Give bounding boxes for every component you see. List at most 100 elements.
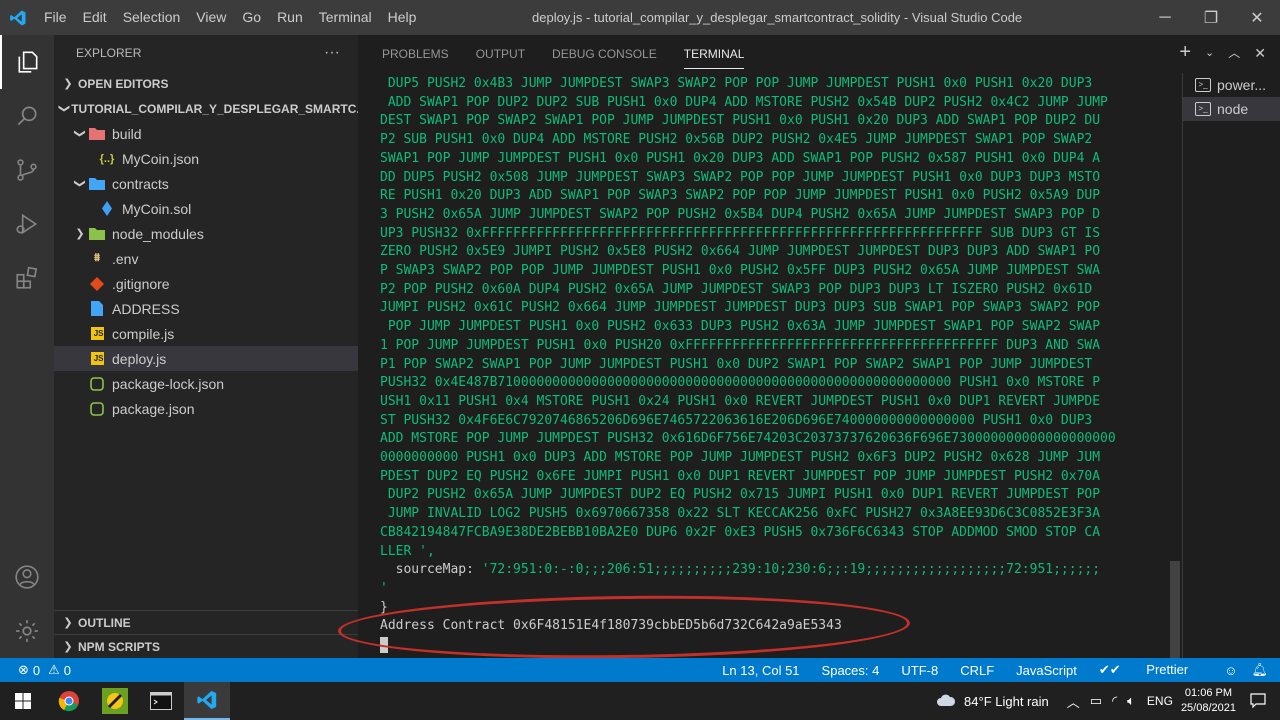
terminal-line: 0000000000 PUSH1 0x0 DUP3 ADD MSTORE POP… (380, 450, 1101, 466)
encoding[interactable]: UTF-8 (901, 663, 938, 678)
system-tray: 84°F Light rain ︿ ▭ ◜ 🔈︎ ENG 01:06 PM 25… (936, 682, 1280, 720)
close-panel-icon[interactable]: ✕ (1254, 43, 1266, 63)
windows-start-icon[interactable] (0, 682, 46, 720)
address-contract-line: Address Contract 0x6F48151E4f180739cbbED… (380, 618, 842, 634)
source-control-icon[interactable] (0, 143, 54, 197)
search-icon[interactable] (0, 89, 54, 143)
maximize-panel-icon[interactable]: ︿ (1228, 43, 1240, 63)
tree-item-gitignore[interactable]: .gitignore (54, 271, 358, 296)
terminal-item-node[interactable]: >_ node (1183, 97, 1280, 121)
terminal-line: DD DUP5 PUSH2 0x508 JUMP JUMPDEST SWAP3 … (380, 169, 1101, 185)
feedback-icon[interactable]: ☺ (1224, 663, 1237, 678)
menu-edit[interactable]: Edit (75, 0, 115, 35)
tree-item-package-json[interactable]: package.json (54, 396, 358, 421)
tab-problems[interactable]: PROBLEMS (382, 35, 449, 73)
project-folder-section[interactable]: ❯ TUTORIAL_COMPILAR_Y_DESPLEGAR_SMARTC..… (54, 96, 366, 121)
notifications-bell-icon[interactable]: 🔔︎ (1251, 662, 1268, 678)
notifications-icon[interactable] (1250, 692, 1266, 711)
tree-item-compile-js[interactable]: JS compile.js (54, 321, 358, 346)
accounts-icon[interactable] (0, 550, 54, 604)
js-file-icon: JS (88, 326, 106, 342)
status-bar: ⊗ 0 ⚠ 0 Ln 13, Col 51 Spaces: 4 UTF-8 CR… (0, 658, 1280, 682)
terminal-list: >_ power... >_ node (1182, 73, 1280, 658)
input-language[interactable]: ENG (1147, 694, 1173, 708)
more-actions-icon[interactable]: ··· (324, 44, 340, 62)
panel-actions: + ⌄ ︿ ✕ (1179, 42, 1266, 63)
menu-view[interactable]: View (188, 0, 234, 35)
settings-gear-icon[interactable] (0, 604, 54, 658)
terminal-line: P2 POP PUSH2 0x60A DUP4 PUSH2 0x65A JUMP… (380, 281, 1101, 297)
tree-item-env[interactable]: ⩩ .env (54, 246, 358, 271)
chevron-down-icon: ❯ (73, 178, 86, 189)
problems-status[interactable]: ⊗ 0 ⚠ 0 (0, 662, 71, 678)
tab-terminal[interactable]: TERMINAL (683, 35, 744, 73)
tree-item-mycoin-sol[interactable]: MyCoin.sol (54, 196, 358, 221)
extensions-icon[interactable] (0, 251, 54, 305)
new-terminal-plus-icon[interactable]: + (1179, 42, 1191, 63)
show-hidden-icons-icon[interactable]: ︿ (1067, 692, 1080, 711)
tree-item-build[interactable]: ❯ build (54, 121, 358, 146)
menu-terminal[interactable]: Terminal (311, 0, 380, 35)
title-bar: File Edit Selection View Go Run Terminal… (0, 0, 1280, 35)
chevron-right-icon: ❯ (63, 617, 73, 629)
menu-go[interactable]: Go (234, 0, 269, 35)
terminal-line: CB842194847FCBA9E38DE2BEBB10BA2E0 DUP6 0… (380, 524, 1101, 540)
menu-file[interactable]: File (36, 0, 75, 35)
env-file-icon: ⩩ (94, 252, 100, 264)
outline-section[interactable]: ❯ OUTLINE (54, 610, 358, 634)
chevron-right-icon: ❯ (75, 228, 85, 240)
run-debug-icon[interactable] (0, 197, 54, 251)
app-icon[interactable] (92, 682, 138, 720)
window-title: deploy.js - tutorial_compilar_y_desplega… (532, 10, 1023, 25)
solidity-file-icon (98, 201, 116, 217)
command-prompt-icon[interactable] (138, 682, 184, 720)
terminal-output[interactable]: DUP5 PUSH2 0x4B3 JUMP JUMPDEST SWAP3 SWA… (380, 75, 1160, 655)
weather-cloud-icon[interactable] (936, 693, 956, 710)
windows-taskbar: 84°F Light rain ︿ ▭ ◜ 🔈︎ ENG 01:06 PM 25… (0, 682, 1280, 720)
tree-item-package-lock-json[interactable]: package-lock.json (54, 371, 358, 396)
restore-button[interactable]: ❐ (1188, 0, 1234, 35)
terminal-line: 3 PUSH2 0x65A JUMP JUMPDEST SWAP2 POP PU… (380, 206, 1101, 222)
volume-icon[interactable]: 🔈︎ (1127, 693, 1135, 709)
weather-text[interactable]: 84°F Light rain (964, 694, 1049, 709)
tab-debug-console[interactable]: DEBUG CONSOLE (552, 35, 657, 73)
json-file-icon: {..} (99, 152, 115, 165)
terminal-line: ZERO PUSH2 0x5E9 JUMPI PUSH2 0x5E8 PUSH2… (380, 244, 1101, 260)
folder-node-icon (88, 226, 106, 242)
closing-brace: } (380, 599, 388, 615)
tree-item-mycoin-json[interactable]: {..} MyCoin.json (54, 146, 358, 171)
tab-output[interactable]: OUTPUT (476, 35, 525, 73)
menu-selection[interactable]: Selection (115, 0, 189, 35)
terminal-item-powershell[interactable]: >_ power... (1183, 73, 1280, 97)
npm-file-icon (88, 376, 106, 392)
terminal-line: POP JUMP JUMPDEST PUSH1 0x0 PUSH2 0x633 … (380, 319, 1101, 335)
minimize-button[interactable]: ─ (1142, 0, 1188, 35)
menu-run[interactable]: Run (269, 0, 311, 35)
indentation[interactable]: Spaces: 4 (822, 663, 880, 678)
clock[interactable]: 01:06 PM 25/08/2021 (1181, 686, 1236, 716)
tree-item-node-modules[interactable]: ❯ node_modules (54, 221, 358, 246)
language-mode[interactable]: JavaScript (1016, 663, 1077, 678)
prettier-status[interactable]: ✔✔ Prettier (1099, 662, 1210, 678)
tree-item-deploy-js[interactable]: JS deploy.js (54, 346, 358, 371)
terminal-line: JUMPI PUSH2 0x61C PUSH2 0x664 JUMP JUMPD… (380, 300, 1101, 316)
cursor-position[interactable]: Ln 13, Col 51 (722, 663, 799, 678)
tree-item-contracts[interactable]: ❯ contracts (54, 171, 358, 196)
menu-help[interactable]: Help (380, 0, 425, 35)
sourcemap-line: sourceMap: '72:951:0:-:0;;;206:51;;;;;;;… (380, 562, 1101, 578)
tree-item-address[interactable]: ADDRESS (54, 296, 358, 321)
explorer-icon[interactable] (0, 35, 54, 89)
clock-date: 25/08/2021 (1180, 702, 1236, 714)
battery-icon[interactable]: ▭ (1090, 693, 1102, 709)
terminal-line: USH1 0x11 PUSH1 0x4 MSTORE PUSH1 0x24 PU… (380, 393, 1101, 409)
wifi-icon[interactable]: ◜ (1112, 693, 1117, 709)
chevron-down-icon[interactable]: ⌄ (1205, 43, 1214, 63)
end-of-line[interactable]: CRLF (960, 663, 994, 678)
open-editors-section[interactable]: ❯ OPEN EDITORS (54, 71, 358, 96)
vscode-taskbar-icon[interactable] (184, 682, 230, 720)
chrome-icon[interactable] (46, 682, 92, 720)
close-button[interactable]: ✕ (1234, 0, 1280, 35)
npm-scripts-section[interactable]: ❯ NPM SCRIPTS (54, 634, 358, 658)
terminal-scrollbar[interactable] (1170, 561, 1180, 658)
terminal-line: P1 POP SWAP2 SWAP1 POP JUMP JUMPDEST PUS… (380, 356, 1101, 372)
